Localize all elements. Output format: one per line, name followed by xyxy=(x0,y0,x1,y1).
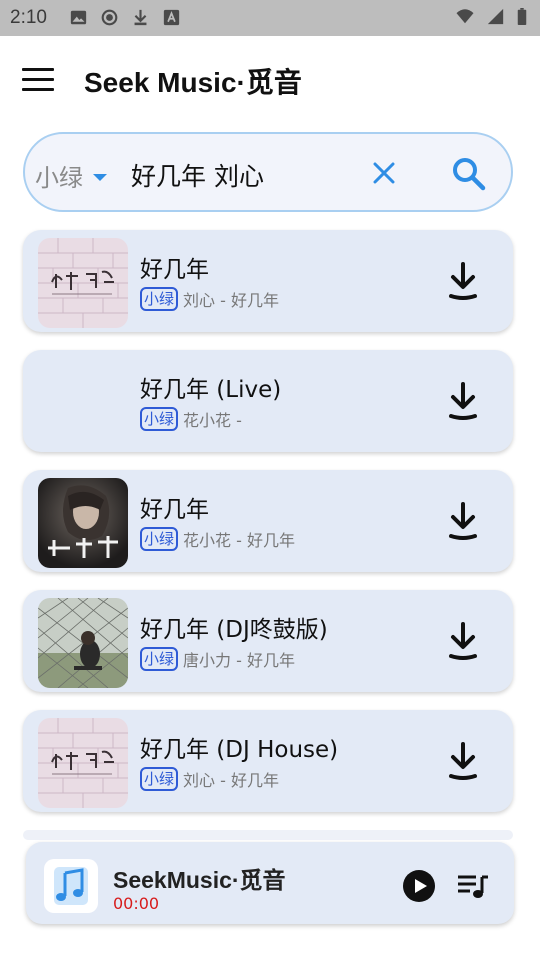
list-item[interactable]: 好几年 (Live) 小绿 花小花 - xyxy=(23,350,513,452)
album-cover xyxy=(38,478,128,568)
source-dropdown-label: 小绿 xyxy=(35,164,83,192)
source-dropdown[interactable]: 小绿 xyxy=(35,158,107,193)
download-icon[interactable] xyxy=(447,262,479,300)
download-icon[interactable] xyxy=(447,622,479,660)
list-item[interactable]: 好几年 (DJ咚鼓版) 小绿 唐小力 - 好几年 xyxy=(23,590,513,692)
status-time: 2:10 xyxy=(10,7,47,28)
a-icon xyxy=(163,9,180,26)
source-badge: 小绿 xyxy=(140,527,179,551)
player-title: SeekMusic·觅音 xyxy=(113,867,286,893)
music-note-icon xyxy=(44,859,98,913)
source-badge: 小绿 xyxy=(140,287,179,311)
source-badge: 小绿 xyxy=(140,647,179,671)
record-icon xyxy=(101,9,118,26)
song-artist-album: 花小花 - 好几年 xyxy=(183,531,295,550)
download-icon[interactable] xyxy=(447,502,479,540)
menu-icon[interactable] xyxy=(18,66,56,96)
mini-player[interactable]: SeekMusic·觅音 00:00 xyxy=(26,842,514,924)
status-bar: 2:10 xyxy=(0,0,540,36)
wifi-icon xyxy=(456,9,474,24)
app-title: Seek Music·觅音 xyxy=(84,67,302,98)
app-bar: Seek Music·觅音 xyxy=(0,36,540,126)
playlist-icon[interactable] xyxy=(456,873,490,901)
list-item-partial xyxy=(23,830,513,840)
download-icon[interactable] xyxy=(447,742,479,780)
list-item[interactable]: 好几年 小绿 花小花 - 好几年 xyxy=(23,470,513,572)
download-icon xyxy=(134,9,147,26)
search-icon[interactable] xyxy=(451,156,487,192)
source-badge: 小绿 xyxy=(140,407,179,431)
album-cover xyxy=(38,238,128,328)
song-artist-album: 刘心 - 好几年 xyxy=(183,771,279,790)
signal-icon xyxy=(487,8,504,25)
player-time: 00:00 xyxy=(113,894,160,913)
song-artist-album: 唐小力 - 好几年 xyxy=(183,651,295,670)
close-icon[interactable] xyxy=(371,160,397,186)
source-badge: 小绿 xyxy=(140,767,179,791)
song-title: 好几年 (DJ House) xyxy=(140,737,339,763)
list-item[interactable]: 好几年 小绿 刘心 - 好几年 xyxy=(23,230,513,332)
song-title: 好几年 xyxy=(140,257,209,283)
song-artist-album: 刘心 - 好几年 xyxy=(183,291,279,310)
album-cover xyxy=(38,598,128,688)
play-icon[interactable] xyxy=(402,869,436,903)
battery-icon xyxy=(517,8,527,25)
song-title: 好几年 (DJ咚鼓版) xyxy=(140,617,328,643)
image-icon xyxy=(70,10,87,25)
song-title: 好几年 xyxy=(140,497,209,523)
album-cover xyxy=(38,718,128,808)
song-title: 好几年 (Live) xyxy=(140,377,282,403)
chevron-down-icon xyxy=(93,174,107,181)
list-item[interactable]: 好几年 (DJ House) 小绿 刘心 - 好几年 xyxy=(23,710,513,812)
song-artist-album: 花小花 - xyxy=(183,411,242,430)
search-bar: 小绿 xyxy=(23,132,513,212)
download-icon[interactable] xyxy=(447,382,479,420)
search-input[interactable] xyxy=(129,154,353,196)
